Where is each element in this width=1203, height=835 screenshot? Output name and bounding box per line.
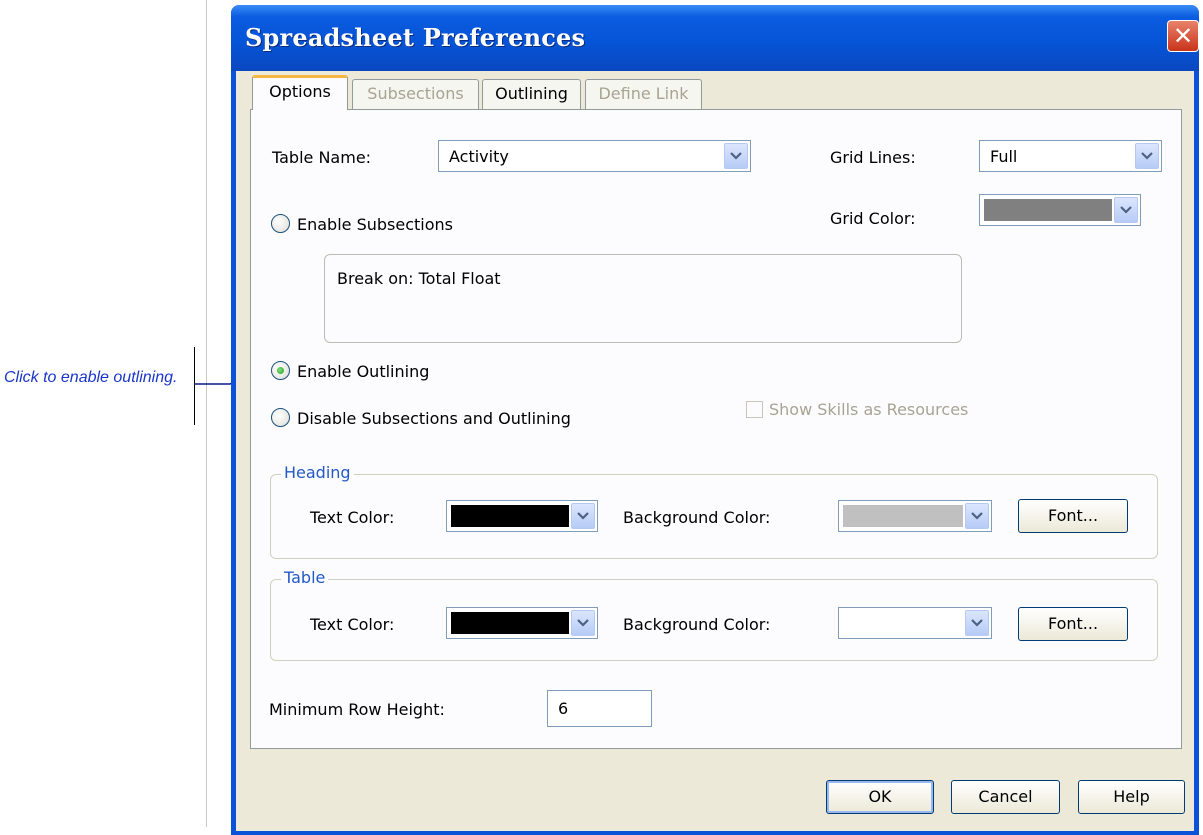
enable-subsections-label[interactable]: Enable Subsections: [297, 215, 453, 234]
min-row-height-input[interactable]: 6: [547, 690, 652, 727]
heading-text-color-swatch: [451, 505, 569, 527]
tab-subsections-label: Subsections: [367, 84, 464, 103]
table-legend: Table: [281, 568, 329, 587]
show-skills-checkbox: [746, 401, 763, 418]
show-skills-label: Show Skills as Resources: [769, 400, 969, 419]
heading-legend: Heading: [281, 463, 354, 482]
heading-text-color-dropdown[interactable]: [446, 500, 598, 532]
min-row-height-label: Minimum Row Height:: [269, 700, 445, 719]
title-bar[interactable]: Spreadsheet Preferences ✕: [231, 5, 1199, 71]
break-on-box: Break on: Total Float: [324, 254, 962, 343]
callout-text: Click to enable outlining.: [4, 369, 178, 386]
chevron-down-icon[interactable]: [965, 503, 989, 529]
heading-text-color-label: Text Color:: [310, 508, 395, 527]
close-button[interactable]: ✕: [1167, 20, 1199, 52]
chevron-down-icon[interactable]: [965, 610, 989, 636]
tab-outlining-label: Outlining: [495, 84, 568, 103]
heading-bg-color-dropdown[interactable]: [838, 500, 992, 532]
chevron-down-icon[interactable]: [1114, 197, 1138, 223]
tab-outlining[interactable]: Outlining: [482, 79, 581, 109]
table-group: Table Text Color: Background Color: Font…: [270, 568, 1158, 661]
cancel-button[interactable]: Cancel: [951, 780, 1060, 814]
break-on-text: Break on: Total Float: [337, 269, 501, 288]
heading-group: Heading Text Color: Background Color: Fo…: [270, 463, 1158, 559]
chevron-down-icon[interactable]: [724, 143, 748, 169]
page-margin-rule: [206, 0, 207, 827]
enable-outlining-radio[interactable]: [271, 361, 290, 380]
tab-define-link-label: Define Link: [598, 84, 689, 103]
chevron-down-icon[interactable]: [571, 503, 595, 529]
table-font-button[interactable]: Font...: [1018, 607, 1128, 641]
table-name-label: Table Name:: [272, 148, 372, 167]
table-bg-color-label: Background Color:: [623, 615, 771, 634]
grid-lines-dropdown[interactable]: Full: [979, 140, 1162, 172]
grid-lines-label: Grid Lines:: [830, 148, 916, 167]
table-bg-color-swatch: [843, 612, 963, 634]
tab-subsections: Subsections: [352, 79, 479, 109]
table-text-color-label: Text Color:: [310, 615, 395, 634]
min-row-height-value: 6: [558, 699, 569, 718]
enable-subsections-radio[interactable]: [271, 214, 290, 233]
grid-color-dropdown[interactable]: [979, 194, 1141, 226]
disable-subsections-outlining-label[interactable]: Disable Subsections and Outlining: [297, 409, 571, 428]
disable-subsections-outlining-radio[interactable]: [271, 408, 290, 427]
table-text-color-dropdown[interactable]: [446, 607, 598, 639]
table-bg-color-dropdown[interactable]: [838, 607, 992, 639]
grid-lines-value: Full: [990, 147, 1018, 166]
tab-options-label: Options: [269, 82, 331, 101]
heading-bg-color-label: Background Color:: [623, 508, 771, 527]
grid-color-swatch: [984, 199, 1112, 221]
dialog-window: Spreadsheet Preferences ✕ Options Subsec…: [231, 5, 1199, 835]
table-text-color-swatch: [451, 612, 569, 634]
help-button[interactable]: Help: [1078, 780, 1185, 814]
heading-bg-color-swatch: [843, 505, 963, 527]
enable-outlining-label[interactable]: Enable Outlining: [297, 362, 429, 381]
ok-button[interactable]: OK: [826, 780, 934, 814]
radio-selected-dot: [277, 367, 284, 374]
chevron-down-icon[interactable]: [1135, 143, 1159, 169]
tab-define-link: Define Link: [585, 79, 702, 109]
dialog-title: Spreadsheet Preferences: [245, 23, 586, 52]
table-name-value: Activity: [449, 147, 509, 166]
dialog-client-area: Options Subsections Outlining Define Lin…: [236, 71, 1194, 831]
close-icon: ✕: [1172, 22, 1194, 50]
heading-font-button[interactable]: Font...: [1018, 499, 1128, 533]
chevron-down-icon[interactable]: [571, 610, 595, 636]
tab-options[interactable]: Options: [252, 75, 348, 110]
table-name-dropdown[interactable]: Activity: [438, 140, 751, 172]
options-panel: Table Name: Activity Grid Lines: Full Gr…: [250, 109, 1182, 749]
grid-color-label: Grid Color:: [830, 209, 916, 228]
